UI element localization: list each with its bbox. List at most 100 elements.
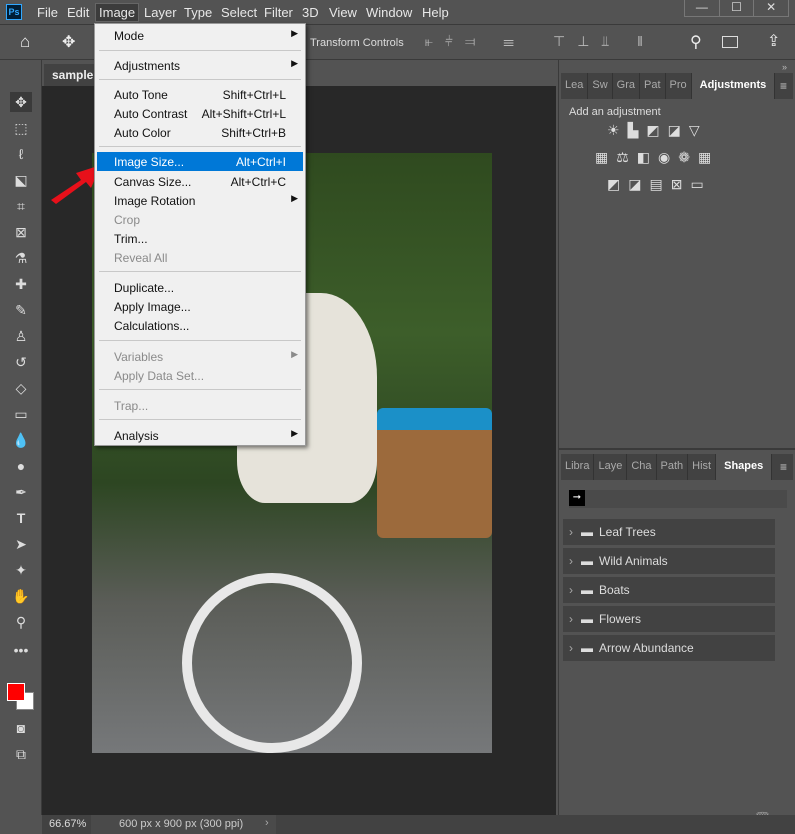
dodge-tool-icon[interactable]: ● [10,456,32,476]
home-icon[interactable]: ⌂ [20,32,30,52]
menu-type[interactable]: Type [184,5,212,20]
lasso-tool-icon[interactable]: ℓ [10,144,32,164]
tab-properties[interactable]: Pro [666,73,692,99]
marquee-tool-icon[interactable]: ⬚ [10,118,32,138]
color-lookup-icon[interactable]: ▦ [698,149,711,166]
photo-filter-icon[interactable]: ◉ [658,149,670,166]
menu-edit[interactable]: Edit [67,5,89,20]
menu-item-auto-color[interactable]: Auto Color Shift+Ctrl+B [97,123,303,142]
menu-filter[interactable]: Filter [264,5,293,20]
menu-window[interactable]: Window [366,5,412,20]
move-tool-icon[interactable]: ✥ [10,92,32,112]
zoom-level[interactable]: 66.67% [49,818,86,830]
threshold-icon[interactable]: ▤ [649,176,662,193]
maximize-button[interactable]: ☐ [720,0,755,16]
healing-brush-icon[interactable]: ✚ [10,274,32,294]
black-white-icon[interactable]: ◧ [637,149,650,166]
menu-item-adjustments[interactable]: Adjustments ▶ [97,56,303,75]
tab-layers[interactable]: Laye [594,454,628,480]
brush-tool-icon[interactable]: ✎ [10,300,32,320]
share-icon[interactable]: ⇪ [767,31,780,51]
tab-learn[interactable]: Lea [561,73,589,99]
tab-libraries[interactable]: Libra [561,454,595,480]
distribute-icons[interactable]: ⊤⊥⫫ ‖ [553,33,655,50]
gradient-tool-icon[interactable]: ▭ [10,404,32,424]
panel-menu-icon[interactable]: ≡ [780,79,787,93]
tab-gradients[interactable]: Gra [613,73,640,99]
shape-group-flowers[interactable]: › ▬ Flowers [563,606,775,632]
close-button[interactable]: ✕ [754,0,788,16]
frame-tool-icon[interactable]: ⊠ [10,222,32,242]
menu-item-image-rotation[interactable]: Image Rotation ▶ [97,191,303,210]
menu-item-apply-image[interactable]: Apply Image... [97,297,303,316]
menu-select[interactable]: Select [221,5,257,20]
eraser-tool-icon[interactable]: ◇ [10,378,32,398]
type-tool-icon[interactable]: T [10,508,32,528]
shape-group-arrow-abundance[interactable]: › ▬ Arrow Abundance [563,635,775,661]
search-icon[interactable]: ⚲ [690,32,702,52]
screen-mode-icon[interactable]: ⧉ [10,744,32,764]
workspace-icon[interactable] [722,36,738,48]
menu-item-trim[interactable]: Trim... [97,229,303,248]
color-balance-icon[interactable]: ⚖ [616,149,629,166]
tab-channels[interactable]: Cha [627,454,657,480]
quick-mask-icon[interactable]: ◙ [10,718,32,738]
document-tab[interactable]: sample. [44,64,97,86]
panel-menu-icon[interactable]: ≡ [780,460,787,474]
menu-item-mode[interactable]: Mode ▶ [97,26,303,45]
more-tools-icon[interactable]: ••• [10,640,32,660]
menu-item-image-size[interactable]: Image Size... Alt+Ctrl+I [97,152,303,171]
arrow-shape-icon[interactable]: ➞ [569,490,585,506]
chevron-right-icon[interactable]: › [265,817,269,829]
blur-tool-icon[interactable]: 💧 [10,430,32,450]
tab-history[interactable]: Hist [688,454,717,480]
menu-item-auto-contrast[interactable]: Auto Contrast Alt+Shift+Ctrl+L [97,104,303,123]
clone-stamp-icon[interactable]: ♙ [10,326,32,346]
transform-controls-label[interactable]: Transform Controls [310,37,404,49]
menu-3d[interactable]: 3D [302,5,319,20]
brightness-icon[interactable]: ☀ [607,122,620,139]
collapse-panels-icon[interactable]: » [782,62,787,72]
levels-icon[interactable]: ▙ [628,122,639,139]
zoom-tool-icon[interactable]: ⚲ [10,612,32,632]
tab-shapes[interactable]: Shapes [716,454,773,480]
shape-group-leaf-trees[interactable]: › ▬ Leaf Trees [563,519,775,545]
hand-tool-icon[interactable]: ✋ [10,586,32,606]
menu-item-analysis[interactable]: Analysis ▶ [97,426,303,445]
menu-item-calculations[interactable]: Calculations... [97,316,303,335]
shape-tool-icon[interactable]: ✦ [10,560,32,580]
minimize-button[interactable]: — [685,0,720,16]
menu-help[interactable]: Help [422,5,449,20]
menu-image[interactable]: Image [95,3,140,22]
crop-tool-icon[interactable]: ⌗ [10,196,32,216]
menu-view[interactable]: View [329,5,357,20]
hue-saturation-icon[interactable]: ▦ [595,149,608,166]
path-selection-icon[interactable]: ➤ [10,534,32,554]
menu-file[interactable]: File [37,5,58,20]
exposure-icon[interactable]: ◪ [668,122,681,139]
tab-adjustments[interactable]: Adjustments [691,73,776,99]
tab-paths[interactable]: Path [657,454,689,480]
history-brush-icon[interactable]: ↺ [10,352,32,372]
selective-color-icon[interactable]: ⊠ [671,176,683,193]
menu-layer[interactable]: Layer [144,5,177,20]
eyedropper-tool-icon[interactable]: ⚗ [10,248,32,268]
curves-icon[interactable]: ◩ [646,122,659,139]
object-selection-tool-icon[interactable]: ⬕ [10,170,32,190]
menu-item-auto-tone[interactable]: Auto Tone Shift+Ctrl+L [97,85,303,104]
posterize-icon[interactable]: ◪ [628,176,641,193]
foreground-color-swatch[interactable] [7,683,25,701]
gradient-map-icon[interactable]: ▭ [690,176,703,193]
pen-tool-icon[interactable]: ✒ [10,482,32,502]
shape-group-boats[interactable]: › ▬ Boats [563,577,775,603]
tab-swatches[interactable]: Sw [588,73,613,99]
shape-group-wild-animals[interactable]: › ▬ Wild Animals [563,548,775,574]
tab-patterns[interactable]: Pat [640,73,666,99]
invert-icon[interactable]: ◩ [607,176,620,193]
menu-item-duplicate[interactable]: Duplicate... [97,278,303,297]
vibrance-icon[interactable]: ▽ [689,122,700,139]
channel-mixer-icon[interactable]: ❁ [678,149,690,166]
move-icon[interactable]: ✥ [62,32,75,52]
menu-item-canvas-size[interactable]: Canvas Size... Alt+Ctrl+C [97,172,303,191]
align-icons[interactable]: ⫦⫩⫤ ☰ [425,33,526,50]
